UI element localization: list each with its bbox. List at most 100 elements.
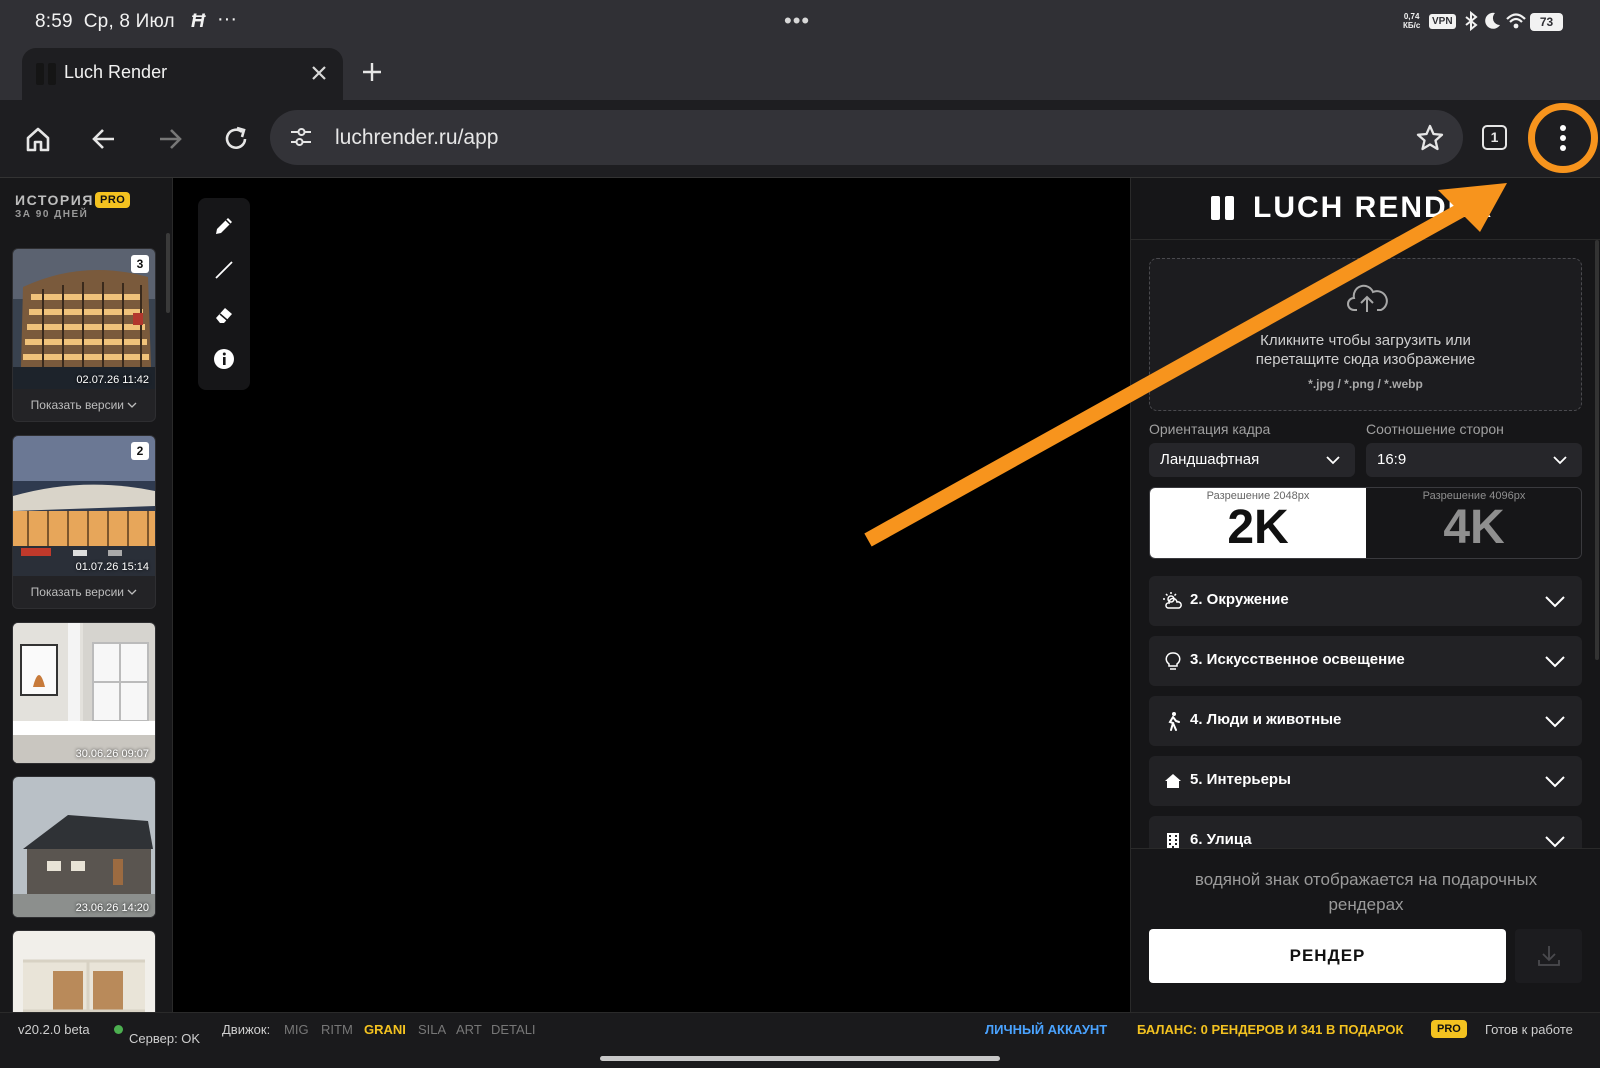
history-scrollbar[interactable] [166,233,170,313]
engine-sila[interactable]: SILA [418,1022,446,1037]
engine-mig[interactable]: MIG [284,1022,309,1037]
history-item[interactable] [12,930,156,1012]
line-icon [215,261,233,279]
history-item[interactable]: 3 02.07.26 11:42 Показать версии [12,248,156,422]
engine-ritm[interactable]: RITM [321,1022,353,1037]
close-tab-icon[interactable] [306,60,332,86]
url-text: luchrender.ru/app [335,126,499,149]
app-status-text: Готов к работе [1485,1022,1573,1037]
drawing-tools [198,198,250,390]
info-tool-button[interactable] [210,345,238,373]
browser-tab-strip: Luch Render [0,46,1600,100]
engine-grani[interactable]: GRANI [364,1022,406,1037]
drawing-canvas[interactable] [173,178,1130,1012]
reload-icon [225,126,247,149]
app-version: v20.2.0 beta [18,1022,90,1037]
home-gesture-handle[interactable] [600,1056,1000,1061]
status-time: 8:59 Ср, 8 Июл [35,11,175,32]
battery-icon: 73 [1530,13,1563,31]
browser-toolbar: luchrender.ru/app 1 [0,100,1600,178]
engine-art[interactable]: ART [456,1022,482,1037]
download-icon [1537,946,1560,966]
chevron-down-icon [1545,716,1565,728]
pro-badge: PRO [95,192,131,208]
history-title: ИСТОРИЯ [15,192,94,208]
orientation-select[interactable]: Ландшафтная [1149,443,1355,477]
more-notifications-icon: ··· [217,8,237,30]
history-header: ИСТОРИЯ ЗА 90 ДНЕЙ PRO [15,192,131,220]
app-status-bar: v20.2.0 beta Сервер: OK Движок: MIG RITM… [0,1012,1600,1046]
brand-header: LUCH RENDER [1131,178,1600,240]
back-button[interactable] [84,119,124,159]
server-status: Сервер: OK [114,1022,200,1046]
browser-menu-button[interactable] [1528,103,1598,173]
history-subtitle: ЗА 90 ДНЕЙ [15,209,89,220]
render-thumbnail[interactable]: 30.06.26 09:07 [13,623,155,763]
chevron-down-icon [127,402,137,408]
render-thumbnail[interactable]: 2 01.07.26 15:14 [13,436,155,576]
lightbulb-icon [1165,652,1181,670]
weather-icon [1163,592,1182,609]
pro-badge: PRO [1431,1020,1467,1038]
image-upload-dropzone[interactable]: Кликните чтобы загрузить или перетащите … [1149,258,1582,411]
history-item[interactable]: 2 01.07.26 15:14 Показать версии [12,435,156,609]
account-link[interactable]: ЛИЧНЫЙ АККАУНТ [985,1022,1107,1037]
orientation-label: Ориентация кадра [1149,421,1271,437]
luch-render-logo-icon [1211,196,1237,220]
bookmark-star-icon[interactable] [1415,123,1445,153]
line-tool-button[interactable] [210,256,238,284]
resolution-2k-option[interactable]: Разрешение 2048px 2K [1150,488,1366,558]
watermark-note: водяной знак отображается на подарочных … [1194,870,1538,914]
panel-scrollbar[interactable] [1595,240,1599,660]
upload-formats: *.jpg / *.png / *.webp [1308,377,1423,391]
moon-icon [1485,12,1500,29]
vpn-icon: VPN [1429,14,1456,29]
pencil-icon [216,218,232,234]
history-item[interactable]: 30.06.26 09:07 [12,622,156,764]
section-artificial-lighting[interactable]: 3. Искусственное освещение [1149,636,1582,686]
history-sidebar: ИСТОРИЯ ЗА 90 ДНЕЙ PRO 3 02.07.26 11:42 … [0,178,173,1012]
render-thumbnail[interactable]: 3 02.07.26 11:42 [13,249,155,389]
luch-render-favicon-icon [36,63,58,85]
chevron-down-icon [1545,776,1565,788]
new-tab-icon[interactable] [358,58,386,86]
render-timestamp: 01.07.26 15:14 [75,561,149,573]
show-versions-button[interactable]: Показать версии [13,389,155,421]
home-button[interactable] [18,119,58,159]
eraser-tool-button[interactable] [210,301,238,329]
forward-button[interactable] [150,119,190,159]
section-interiors[interactable]: 5. Интерьеры [1149,756,1582,806]
engine-detali[interactable]: DETALI [491,1022,536,1037]
chevron-down-icon [127,589,137,595]
cloud-upload-icon [1347,284,1388,312]
aspect-ratio-label: Соотношение сторон [1366,421,1504,437]
pencil-tool-button[interactable] [210,212,238,240]
render-timestamp: 30.06.26 09:07 [75,748,149,760]
system-status-bar: 8:59 Ср, 8 Июл Ħ ··· ••• 0,74 КБ/с VPN 73 [0,0,1600,46]
address-bar[interactable]: luchrender.ru/app [270,110,1463,165]
browser-tab[interactable]: Luch Render [22,48,343,100]
resolution-4k-option[interactable]: Разрешение 4096px 4K [1366,488,1581,558]
download-button[interactable] [1515,929,1582,983]
render-button[interactable]: РЕНДЕР [1149,929,1506,983]
tab-switcher-button[interactable]: 1 [1482,125,1507,150]
brand-name: LUCH RENDER [1253,191,1494,224]
section-people-animals[interactable]: 4. Люди и животные [1149,696,1582,746]
status-dot-icon [114,1025,123,1034]
reload-button[interactable] [216,119,256,159]
chevron-down-icon [1545,656,1565,668]
versions-count-badge: 2 [131,442,149,460]
house-exterior-image [13,777,155,917]
section-environment[interactable]: 2. Окружение [1149,576,1582,626]
show-versions-button[interactable]: Показать версии [13,576,155,608]
site-settings-icon[interactable] [288,125,314,149]
render-thumbnail[interactable]: 23.06.26 14:20 [13,777,155,917]
chevron-down-icon [1326,456,1340,465]
history-item[interactable]: 23.06.26 14:20 [12,776,156,918]
notification-app-icon: Ħ [191,11,205,32]
versions-count-badge: 3 [131,255,149,273]
render-thumbnail[interactable] [13,931,155,1012]
walking-person-icon [1168,712,1180,731]
aspect-ratio-select[interactable]: 16:9 [1366,443,1582,477]
multitask-handle-icon[interactable]: ••• [784,8,810,34]
